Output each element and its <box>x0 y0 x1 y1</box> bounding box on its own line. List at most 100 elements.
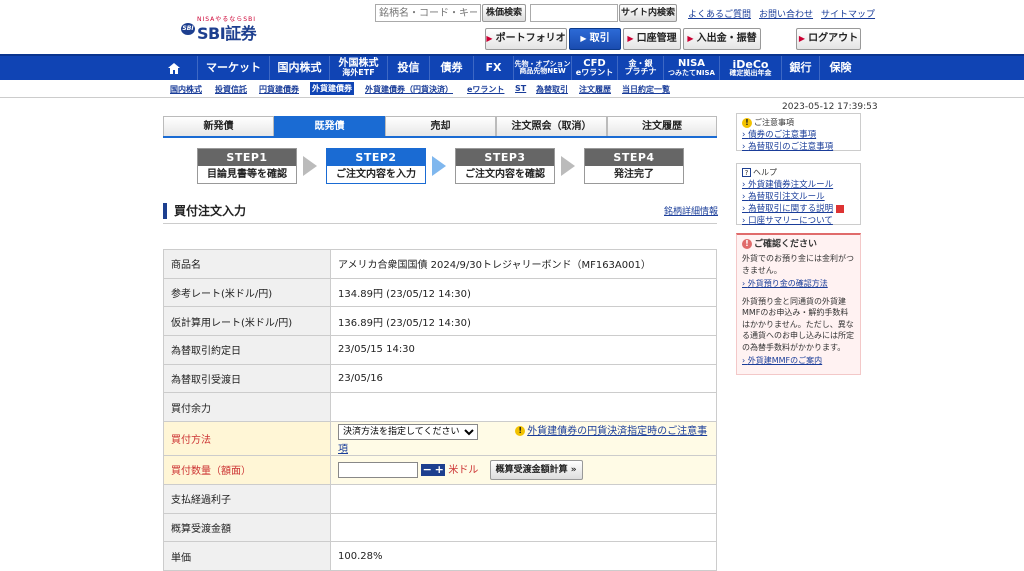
logout-button[interactable]: ▶ ログアウト <box>796 28 861 50</box>
tab-order-inquiry[interactable]: 注文照会（取消） <box>496 116 607 136</box>
fx-order-rule-link[interactable]: 為替取引注文ルール <box>742 191 855 203</box>
arrow-icon: ▶ <box>687 34 694 43</box>
notice-panel: !ご注意事項 債券のご注意事項 為替取引のご注意事項 <box>736 113 861 153</box>
table-row: 為替取引受渡日 23/05/16 <box>163 363 717 394</box>
warning-icon: ! <box>742 117 752 128</box>
arrow-icon: ▶ <box>627 34 634 43</box>
top-links: よくあるご質問 お問い合わせ サイトマップ <box>680 7 875 20</box>
fx-notice-link[interactable]: 為替取引のご注意事項 <box>742 141 855 153</box>
table-row: 概算受渡金額 <box>163 512 717 543</box>
confirm-text-1: 外貨でのお預り金には金利がつきません。 <box>742 254 854 275</box>
nav-foreign-stock[interactable]: 外国株式 海外ETF <box>329 56 387 80</box>
row-label: 概算受渡金額 <box>163 512 331 543</box>
stock-search-button[interactable]: 株価検索 <box>482 4 526 22</box>
subnav-domestic-stock[interactable]: 国内株式 <box>170 84 202 95</box>
row-label: 買付余力 <box>163 392 331 423</box>
table-row: 単価 100.28% <box>163 541 717 571</box>
step-2: STEP2 ご注文内容を入力 <box>326 148 426 184</box>
nav-futures[interactable]: 先物・オプション 商品先物NEW <box>513 56 571 80</box>
logo-brand: SBI証券 <box>197 24 257 43</box>
alert-icon: ! <box>742 239 752 249</box>
subnav-fx-trade[interactable]: 為替取引 <box>536 84 568 95</box>
table-row: 買付余力 <box>163 392 717 423</box>
site-search-input[interactable] <box>530 4 618 22</box>
row-label: 為替取引約定日 <box>163 335 331 365</box>
accrued-interest <box>330 483 717 514</box>
fx-explanation-link[interactable]: 為替取引に関する説明 <box>742 203 855 215</box>
nav-ideco[interactable]: iDeCo 確定拠出年金 <box>719 56 781 80</box>
subnav-investment-trust[interactable]: 投資信託 <box>215 84 247 95</box>
site-search-button[interactable]: サイト内検索 <box>619 4 677 22</box>
account-summary-link[interactable]: 口座サマリーについて <box>742 215 855 227</box>
confirm-text-2: 外貨預り金と同通貨の外貨建MMFのお申込み・解約手数料はかかりません。ただし、異… <box>742 296 854 352</box>
nav-cfd[interactable]: CFD eワラント <box>571 56 617 80</box>
unit-label: 米ドル <box>448 464 479 476</box>
trade-button[interactable]: ▶ 取引 <box>569 28 621 50</box>
home-icon[interactable] <box>168 56 196 80</box>
arrow-icon: ▶ <box>798 34 806 43</box>
notice-title: ご注意事項 <box>754 118 794 127</box>
deposit-button[interactable]: ▶ 入出金・振替 <box>683 28 761 50</box>
subnav-order-history[interactable]: 注文履歴 <box>579 84 611 95</box>
warning-icon: ! <box>515 426 526 437</box>
stock-search-input[interactable] <box>375 4 481 22</box>
logout-label: ログアウト <box>808 33 859 44</box>
section-title: 買付注文入力 <box>163 203 246 219</box>
estimated-amount <box>330 512 717 543</box>
portfolio-button[interactable]: ▶ ポートフォリオ <box>485 28 567 50</box>
main-nav: マーケット 国内株式 外国株式 海外ETF 投信 債券 FX 先物・オプション 商品… <box>0 54 1024 80</box>
nav-gold[interactable]: 金・銀 プラチナ <box>617 56 663 80</box>
contact-link[interactable]: お問い合わせ <box>759 10 813 20</box>
subnav-yen-bonds[interactable]: 円貨建債券 <box>259 84 299 95</box>
table-row: 支払経過利子 <box>163 483 717 514</box>
nav-funds[interactable]: 投信 <box>387 56 429 80</box>
subnav-foreign-bonds[interactable]: 外貨建債券 <box>310 82 354 95</box>
quantity-input[interactable] <box>338 461 418 478</box>
subnav-st[interactable]: ST <box>515 84 526 93</box>
account-button[interactable]: ▶ 口座管理 <box>623 28 681 50</box>
bond-notice-link[interactable]: 債券のご注意事項 <box>742 129 855 141</box>
portfolio-label: ポートフォリオ <box>495 33 566 44</box>
nav-bank[interactable]: 銀行 <box>781 56 819 80</box>
calculate-amount-button[interactable]: 概算受渡金額計算 » <box>489 459 583 480</box>
row-label: 仮計算用レート(米ドル/円) <box>163 306 331 337</box>
deposit-label: 入出金・振替 <box>696 33 757 44</box>
foreign-mmf-link[interactable]: 外貨建MMFのご案内 <box>742 355 855 367</box>
tab-underline <box>163 136 717 138</box>
sub-nav: 国内株式 投資信託 円貨建債券 外貨建債券 外貨建債券（円貨決済） eワラント … <box>0 80 1024 98</box>
logo-badge: SBI <box>181 23 195 35</box>
foreign-deposit-check-link[interactable]: 外貨預り金の確認方法 <box>742 278 855 290</box>
pdf-icon <box>836 204 845 213</box>
nav-market[interactable]: マーケット <box>197 56 269 80</box>
step-arrow-icon <box>561 156 575 176</box>
subnav-ewarrant[interactable]: eワラント <box>467 84 504 95</box>
product-name: アメリカ合衆国国債 2024/9/30トレジャリーボンド（MF163A001） <box>330 249 717 279</box>
table-row: 為替取引約定日 23/05/15 14:30 <box>163 335 717 365</box>
subnav-foreign-bonds-yen[interactable]: 外貨建債券（円貨決済） <box>365 84 453 95</box>
table-row: 買付方法 決済方法を指定してください ! 外貨建債券の円貨決済指定時のご注意事項 <box>163 421 717 457</box>
payment-method-cell: 決済方法を指定してください ! 外貨建債券の円貨決済指定時のご注意事項 <box>330 421 717 457</box>
subnav-today-executions[interactable]: 当日約定一覧 <box>622 84 670 95</box>
nav-fx[interactable]: FX <box>473 56 513 80</box>
step-arrow-icon <box>303 156 317 176</box>
tab-existing-bond[interactable]: 既発債 <box>274 116 385 136</box>
help-title: ヘルプ <box>753 168 777 177</box>
reference-rate: 134.89円 (23/05/12 14:30) <box>330 277 717 308</box>
plus-icon[interactable]: + <box>433 463 446 476</box>
tab-order-history[interactable]: 注文履歴 <box>607 116 717 136</box>
tab-sell[interactable]: 売却 <box>385 116 496 136</box>
nav-domestic-stock[interactable]: 国内株式 <box>269 56 329 80</box>
nav-insurance[interactable]: 保険 <box>819 56 861 80</box>
minus-icon[interactable]: − <box>421 463 434 476</box>
unit-price: 100.28% <box>330 541 717 571</box>
bond-order-rule-link[interactable]: 外貨建債券注文ルール <box>742 179 855 191</box>
arrow-icon: ▶ <box>580 34 587 43</box>
nav-bonds[interactable]: 債券 <box>429 56 473 80</box>
tab-new-issue[interactable]: 新発債 <box>163 116 274 136</box>
payment-method-select[interactable]: 決済方法を指定してください <box>338 424 478 441</box>
bond-detail-link[interactable]: 銘柄詳細情報 <box>664 204 718 217</box>
buying-power <box>330 392 717 423</box>
nav-nisa[interactable]: NISA つみたてNISA <box>663 56 719 80</box>
sitemap-link[interactable]: サイトマップ <box>821 10 875 20</box>
faq-link[interactable]: よくあるご質問 <box>688 10 751 20</box>
